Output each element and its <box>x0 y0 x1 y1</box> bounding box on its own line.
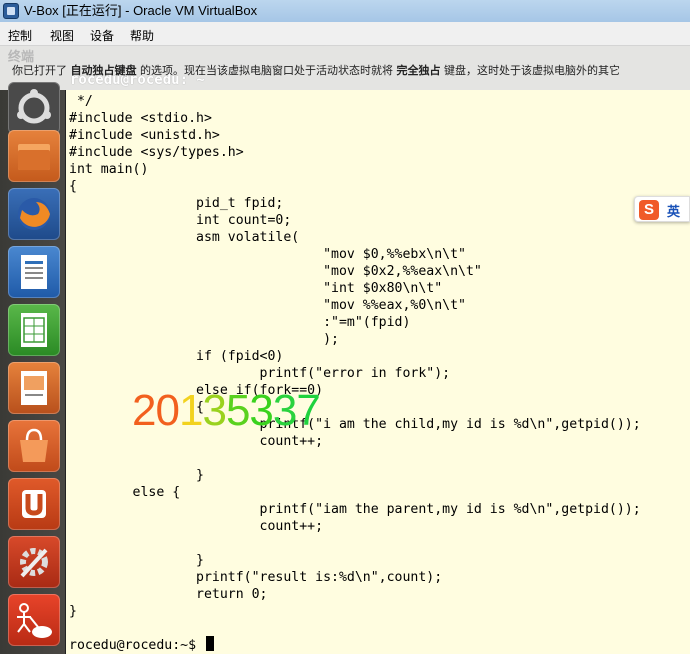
code-line: } <box>69 604 77 619</box>
code-line: count++; <box>69 434 324 449</box>
code-line: { <box>69 179 77 194</box>
code-line: printf("error in fork"); <box>69 366 451 381</box>
system-settings-icon[interactable] <box>8 536 60 588</box>
code-line: printf("iam the parent,my id is %d\n",ge… <box>69 502 641 517</box>
code-line: "mov $0x2,%%eax\n\t" <box>69 264 482 279</box>
libreoffice-calc-icon[interactable] <box>8 304 60 356</box>
code-line: "mov %%eax,%0\n\t" <box>69 298 466 313</box>
code-line: #include <stdio.h> <box>69 111 212 126</box>
shell-prompt: rocedu@rocedu:~$ <box>69 638 204 653</box>
window-title: V-Box [正在运行] - Oracle VM VirtualBox <box>24 3 258 18</box>
code-line: int count=0; <box>69 213 292 228</box>
terminal-output: */ #include <stdio.h> #include <unistd.h> #… <box>69 93 641 620</box>
watermark-digit: 5 <box>225 386 251 435</box>
menu-control[interactable]: 控制 <box>8 27 32 44</box>
code-line: #include <sys/types.h> <box>69 145 244 160</box>
terminal-window[interactable]: */ #include <stdio.h> #include <unistd.h> #… <box>66 90 690 654</box>
code-line: */ <box>69 94 93 109</box>
code-line: :"=m"(fpid) <box>69 315 411 330</box>
files-icon[interactable] <box>8 130 60 182</box>
ime-language-toggle[interactable]: 英 <box>667 201 680 220</box>
code-line: asm volatile( <box>69 230 300 245</box>
ubuntu-dash-icon[interactable] <box>8 82 60 134</box>
sogou-ime-icon: S <box>639 200 659 220</box>
code-line: #include <unistd.h> <box>69 128 220 143</box>
terminal-prompt-line[interactable]: rocedu@rocedu:~$ <box>69 636 214 654</box>
code-line: if (fpid<0) <box>69 349 284 364</box>
watermark-digit: 0 <box>155 386 180 435</box>
menubar: 控制 视图 设备 帮助 <box>0 22 690 46</box>
code-line: int main() <box>69 162 149 177</box>
watermark-digit: 2 <box>132 386 157 435</box>
watermark-digit: 3 <box>272 386 298 435</box>
watermark-digit: 7 <box>296 386 321 435</box>
firefox-icon[interactable] <box>8 188 60 240</box>
watermark-digit: 3 <box>249 386 274 435</box>
code-line: printf("result is:%d\n",count); <box>69 570 443 585</box>
code-line: return 0; <box>69 587 268 602</box>
code-line: } <box>69 468 204 483</box>
virtualbox-icon <box>3 3 19 19</box>
code-line: pid_t fpid; <box>69 196 284 211</box>
text-cursor <box>205 636 214 651</box>
code-line: "int $0x80\n\t" <box>69 281 443 296</box>
window-titlebar: V-Box [正在运行] - Oracle VM VirtualBox <box>0 0 690 22</box>
menu-devices[interactable]: 设备 <box>90 27 114 44</box>
unity-launcher <box>0 82 66 654</box>
ime-status-widget[interactable]: S 英 <box>634 196 690 222</box>
code-line: count++; <box>69 519 324 534</box>
code-line: ); <box>69 332 339 347</box>
notification-message: 你已打开了 自动独占键盘 的选项。现在当该虚拟电脑窗口处于活动状态时就将 完全独… <box>12 64 620 77</box>
watermark-digit: 1 <box>178 386 204 435</box>
umbrello-icon[interactable] <box>8 594 60 646</box>
software-center-icon[interactable] <box>8 420 60 472</box>
menu-help[interactable]: 帮助 <box>130 27 154 44</box>
code-line: "mov $0,%%ebx\n\t" <box>69 247 466 262</box>
code-line: } <box>69 553 204 568</box>
ubuntu-one-icon[interactable] <box>8 478 60 530</box>
watermark-digit: 3 <box>202 386 227 435</box>
keyboard-capture-notification[interactable]: 终端 rocedu@rocedu: ~ 你已打开了 自动独占键盘 的选项。现在当… <box>0 46 690 90</box>
menu-view[interactable]: 视图 <box>50 27 74 44</box>
code-line: else { <box>69 485 181 500</box>
student-id-watermark: 20135337 <box>132 386 321 435</box>
libreoffice-writer-icon[interactable] <box>8 246 60 298</box>
libreoffice-impress-icon[interactable] <box>8 362 60 414</box>
